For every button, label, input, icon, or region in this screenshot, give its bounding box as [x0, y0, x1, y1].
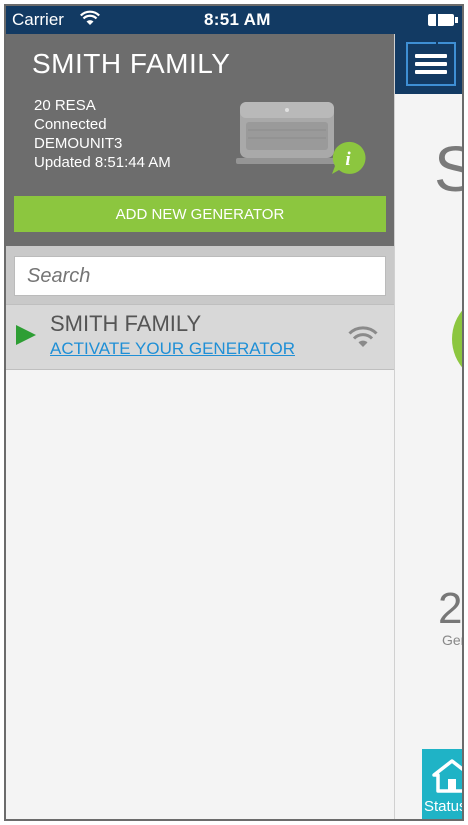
app-screen: Carrier 8:51 AM ( S Y 2 Ger	[4, 4, 464, 821]
tab-status-label: Status	[424, 798, 464, 815]
svg-text:i: i	[345, 149, 351, 170]
value-fragment: 2	[438, 584, 463, 633]
main-screen: ( S Y 2 Ger Status	[394, 34, 462, 819]
carrier-label: Carrier	[12, 10, 64, 29]
generator-summary: SMITH FAMILY 20 RESA Connected DEMOUNIT3…	[6, 34, 394, 246]
battery-icon	[428, 14, 458, 26]
wifi-icon	[348, 326, 378, 347]
add-new-generator-button[interactable]: ADD NEW GENERATOR	[14, 196, 386, 232]
generator-status: Connected	[34, 116, 107, 133]
text-fragment: Y	[462, 484, 464, 507]
home-icon	[432, 759, 462, 793]
status-bar: Carrier 8:51 AM	[6, 6, 462, 34]
wifi-icon	[80, 9, 100, 32]
list-item[interactable]: SMITH FAMILY ACTIVATE YOUR GENERATOR	[6, 304, 394, 370]
generator-icon	[236, 102, 338, 164]
search-input[interactable]	[14, 256, 386, 296]
family-title: SMITH FAMILY	[32, 48, 231, 79]
main-header: (	[394, 34, 462, 94]
clock: 8:51 AM	[204, 10, 271, 29]
page-title-fragment: S	[434, 132, 462, 206]
status-circle	[452, 294, 462, 384]
list-item-name: SMITH FAMILY	[50, 311, 202, 336]
play-icon	[16, 325, 36, 345]
generator-details: 20 RESA Connected DEMOUNIT3 Updated 8:51…	[34, 96, 171, 172]
activate-generator-link[interactable]: ACTIVATE YOUR GENERATOR	[50, 339, 295, 359]
generator-model: 20 RESA	[34, 97, 96, 114]
generator-updated: Updated 8:51:44 AM	[34, 154, 171, 171]
callout-line	[436, 6, 438, 46]
tab-status[interactable]: Status	[422, 749, 464, 819]
generator-serial: DEMOUNIT3	[34, 135, 123, 152]
label-fragment: Ger	[442, 632, 464, 648]
info-icon[interactable]: i	[330, 140, 366, 176]
side-drawer: SMITH FAMILY 20 RESA Connected DEMOUNIT3…	[6, 34, 395, 819]
hamburger-menu-icon[interactable]	[406, 42, 456, 86]
search-bar	[6, 246, 394, 304]
